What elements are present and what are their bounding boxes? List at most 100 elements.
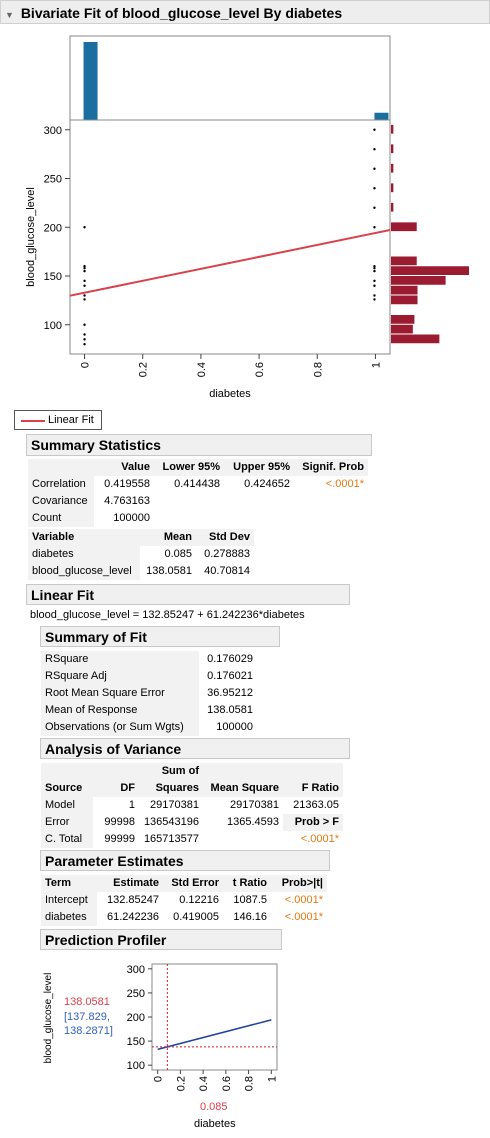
table-row: Observations (or Sum Wgts) 100000 bbox=[41, 719, 257, 736]
table-row: Correlation 0.419558 0.414438 0.424652 <… bbox=[28, 476, 368, 493]
table-cell: 0.176029 bbox=[207, 653, 253, 665]
table-header: Estimate bbox=[113, 877, 159, 889]
fit-equation: blood_glucose_level = 132.85247 + 61.242… bbox=[30, 609, 305, 621]
table-row: Error 99998 136543196 1365.4593 Prob > F bbox=[41, 814, 343, 831]
data-point bbox=[83, 333, 86, 336]
prediction-profiler-header[interactable]: Prediction Profiler bbox=[40, 929, 282, 950]
table-cell: <.0001* bbox=[284, 911, 323, 923]
table-row: blood_glucose_level 138.0581 40.70814 bbox=[28, 563, 254, 580]
top-histogram-bar bbox=[83, 42, 98, 120]
table-cell: 132.85247 bbox=[107, 894, 159, 906]
data-point bbox=[83, 323, 86, 326]
table-cell: Covariance bbox=[28, 493, 94, 510]
parameter-estimates-title: Parameter Estimates bbox=[45, 853, 184, 869]
x-tick-label: 0.6 bbox=[254, 362, 266, 377]
table-header bbox=[28, 459, 94, 476]
summary-of-fit-table: RSquare 0.176029 RSquare Adj 0.176021 Root… bbox=[41, 651, 257, 736]
linear-fit-title: Linear Fit bbox=[31, 587, 95, 603]
y-tick-label: 250 bbox=[44, 174, 62, 186]
profiler-y-tick-label: 100 bbox=[127, 1060, 145, 1072]
profiler-frame bbox=[151, 963, 278, 1071]
table-header: Prob>|t| bbox=[281, 877, 323, 889]
table-cell: 40.70814 bbox=[204, 565, 250, 577]
x-tick-label: 0.8 bbox=[312, 362, 324, 377]
profiler-ci-lower: [137.829, bbox=[64, 1011, 110, 1023]
data-point bbox=[373, 187, 376, 190]
right-histogram-bar bbox=[391, 163, 394, 173]
profiler-y-label: blood_glucose_level bbox=[43, 972, 54, 1064]
profiler-ci-upper: 138.2871] bbox=[64, 1025, 113, 1037]
table-header: Std Error bbox=[171, 877, 219, 889]
table-cell: Count bbox=[28, 510, 94, 527]
table-header: t Ratio bbox=[232, 877, 267, 889]
table-cell: 1365.4593 bbox=[227, 816, 279, 828]
table-cell: 99998 bbox=[104, 816, 135, 828]
table-row: Model 1 29170381 29170381 21363.05 bbox=[41, 797, 343, 814]
table-row: RSquare 0.176029 bbox=[41, 651, 257, 668]
table-cell: 0.176021 bbox=[207, 670, 253, 682]
profiler-y-tick-label: 300 bbox=[127, 964, 145, 976]
table-cell: 1087.5 bbox=[233, 894, 267, 906]
table-cell: Prob > F bbox=[283, 814, 343, 831]
profiler-y-tick-label: 250 bbox=[127, 988, 145, 1000]
right-histogram-bar bbox=[391, 202, 394, 212]
table-cell: C. Total bbox=[41, 831, 93, 848]
data-point bbox=[373, 279, 376, 283]
table-cell: <.0001* bbox=[284, 894, 323, 906]
table-cell: 0.12216 bbox=[179, 894, 219, 906]
table-header: Std Dev bbox=[209, 531, 250, 543]
profiler-x-tick-label: 0 bbox=[153, 1076, 165, 1082]
data-point bbox=[83, 226, 86, 229]
summary-statistics-header[interactable]: Summary Statistics bbox=[26, 434, 372, 456]
summary-of-fit-title: Summary of Fit bbox=[45, 629, 147, 645]
table-header: Sum of bbox=[161, 765, 199, 777]
summary-statistics-table: Value Lower 95% Upper 95% Signif. Prob C… bbox=[28, 459, 368, 527]
table-cell: Observations (or Sum Wgts) bbox=[41, 719, 199, 736]
data-point bbox=[83, 269, 86, 273]
data-point bbox=[83, 279, 86, 283]
x-tick-label: 0.4 bbox=[196, 362, 208, 377]
table-header: Mean Square bbox=[210, 782, 279, 794]
table-cell: 0.414438 bbox=[174, 478, 220, 490]
data-point bbox=[373, 167, 376, 170]
summary-of-fit-header[interactable]: Summary of Fit bbox=[40, 626, 280, 647]
top-histogram-frame bbox=[69, 35, 391, 121]
right-histogram-bar bbox=[391, 183, 394, 193]
parameter-estimates-header[interactable]: Parameter Estimates bbox=[40, 850, 330, 871]
x-tick-label: 0.2 bbox=[138, 362, 150, 377]
table-row: Root Mean Square Error 36.95212 bbox=[41, 685, 257, 702]
table-cell: <.0001* bbox=[300, 833, 339, 845]
report-title: Bivariate Fit of blood_glucose_level By … bbox=[20, 5, 343, 21]
collapse-triangle-icon[interactable]: ▼ bbox=[5, 10, 14, 20]
table-cell: Intercept bbox=[41, 892, 97, 909]
table-cell: 165713577 bbox=[143, 833, 199, 845]
table-cell: diabetes bbox=[28, 546, 140, 563]
summary-statistics-title: Summary Statistics bbox=[31, 437, 161, 453]
profiler-x-tick-label: 0.2 bbox=[175, 1076, 187, 1091]
profiler-x-tick-label: 1 bbox=[266, 1076, 278, 1082]
legend-box: Linear Fit bbox=[14, 410, 102, 430]
table-cell: 146.16 bbox=[233, 911, 267, 923]
table-cell: 29170381 bbox=[230, 799, 279, 811]
report-title-bar[interactable]: ▼ Bivariate Fit of blood_glucose_level B… bbox=[0, 0, 490, 24]
table-cell: 21363.05 bbox=[293, 799, 339, 811]
table-cell: diabetes bbox=[41, 909, 97, 926]
y-tick-label: 150 bbox=[44, 271, 62, 283]
anova-table: Sum of Source DF Squares Mean Square F R… bbox=[41, 763, 343, 848]
table-cell: RSquare bbox=[41, 651, 199, 668]
data-point bbox=[83, 298, 86, 301]
anova-header[interactable]: Analysis of Variance bbox=[40, 738, 350, 759]
table-row: Covariance 4.763163 bbox=[28, 493, 368, 510]
bivariate-chart: 100 150 200 250 300 0 0.2 0.4 0.6 0.8 1 diabetes blo… bbox=[25, 35, 469, 400]
linear-fit-header[interactable]: Linear Fit bbox=[26, 584, 350, 605]
table-cell: 1 bbox=[128, 799, 135, 811]
data-point bbox=[373, 265, 376, 268]
table-cell: 29170381 bbox=[150, 799, 199, 811]
table-cell: 0.085 bbox=[164, 548, 192, 560]
right-histogram-bar bbox=[391, 144, 394, 154]
parameter-estimates-table: Term Estimate Std Error t Ratio Prob>|t|… bbox=[41, 875, 327, 926]
table-header: Squares bbox=[155, 782, 199, 794]
table-row: RSquare Adj 0.176021 bbox=[41, 668, 257, 685]
variable-table: Variable Mean Std Dev diabetes 0.085 0.2… bbox=[28, 529, 254, 580]
data-point bbox=[83, 294, 86, 297]
